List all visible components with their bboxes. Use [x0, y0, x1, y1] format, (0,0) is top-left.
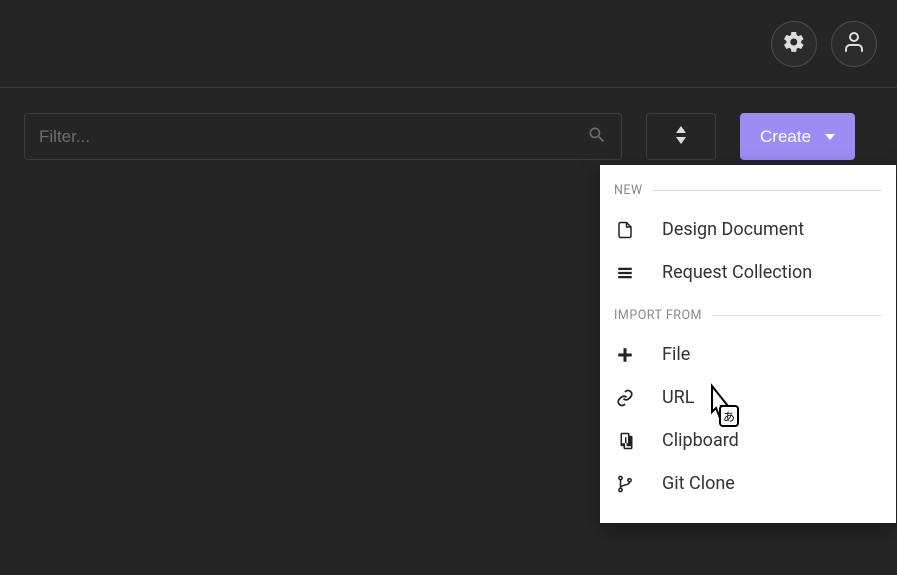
account-button[interactable]: [831, 21, 877, 67]
dropdown-section-new: NEW: [600, 183, 896, 198]
gear-icon: [782, 30, 806, 58]
filter-field[interactable]: [24, 113, 622, 160]
user-icon: [842, 30, 866, 58]
create-button-label: Create: [760, 127, 811, 147]
plus-icon: [614, 346, 636, 364]
menu-item-import-url[interactable]: URL: [600, 376, 896, 419]
link-icon: [614, 389, 636, 407]
section-label: NEW: [614, 183, 643, 198]
sort-button[interactable]: [646, 113, 716, 160]
toolbar: Create: [0, 88, 897, 160]
settings-button[interactable]: [771, 21, 817, 67]
divider: [712, 315, 882, 316]
menu-item-label: Design Document: [662, 219, 804, 240]
menu-item-label: Git Clone: [662, 473, 735, 494]
menu-item-label: File: [662, 344, 690, 365]
menu-item-request-collection[interactable]: Request Collection: [600, 251, 896, 294]
filter-input[interactable]: [39, 127, 587, 147]
menu-item-label: Clipboard: [662, 430, 739, 451]
sort-icon: [674, 126, 688, 147]
menu-item-import-clipboard[interactable]: Clipboard: [600, 419, 896, 462]
menu-item-design-document[interactable]: Design Document: [600, 208, 896, 251]
menu-item-label: Request Collection: [662, 262, 812, 283]
menu-item-import-file[interactable]: File: [600, 333, 896, 376]
app-header: [0, 0, 897, 88]
divider: [653, 190, 882, 191]
list-icon: [614, 264, 636, 282]
section-label: IMPORT FROM: [614, 308, 702, 323]
create-dropdown: NEW Design Document Request Collection I…: [600, 165, 896, 523]
document-icon: [614, 221, 636, 239]
create-button[interactable]: Create: [740, 113, 855, 160]
dropdown-section-import: IMPORT FROM: [600, 308, 896, 323]
search-icon: [587, 125, 607, 149]
clipboard-icon: [614, 432, 636, 450]
chevron-down-icon: [825, 134, 835, 140]
menu-item-import-git-clone[interactable]: Git Clone: [600, 462, 896, 505]
menu-item-label: URL: [662, 387, 694, 408]
git-branch-icon: [614, 475, 636, 493]
